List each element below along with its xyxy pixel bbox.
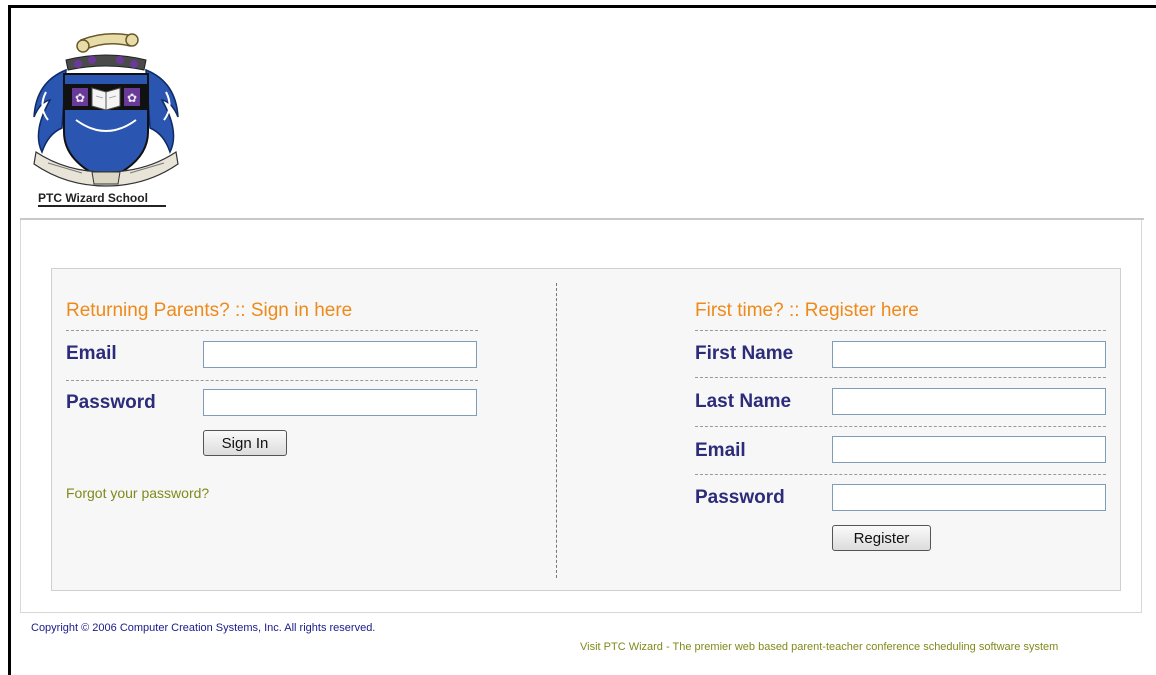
scroll-icon (76, 33, 139, 53)
page-frame-left (8, 5, 11, 675)
signin-button[interactable]: Sign In (203, 430, 287, 456)
school-name: PTC Wizard School (38, 191, 148, 205)
forgot-password-link[interactable]: Forgot your password? (66, 485, 209, 501)
signin-email-label: Email (66, 343, 117, 364)
last-name-label: Last Name (695, 391, 792, 412)
register-heading: First time? :: Register here (695, 300, 919, 321)
register-password-field[interactable] (832, 484, 1106, 511)
signin-heading: Returning Parents? :: Sign in here (66, 300, 353, 321)
register-button[interactable]: Register (832, 525, 931, 551)
register-divider (695, 330, 1106, 331)
register-email-label: Email (695, 440, 746, 461)
signin-email-field[interactable] (203, 341, 477, 368)
register-email-field[interactable] (832, 436, 1106, 463)
first-name-field[interactable] (832, 341, 1106, 368)
school-crest-logo: ✿ ✿ (33, 33, 179, 187)
svg-text:✿: ✿ (75, 91, 85, 105)
register-password-label: Password (695, 487, 785, 508)
signin-divider (66, 380, 478, 381)
register-divider (695, 474, 1106, 475)
ptc-wizard-promo-link[interactable]: Visit PTC Wizard - The premier web based… (580, 641, 1058, 653)
register-divider (695, 426, 1106, 427)
signin-password-field[interactable] (203, 389, 477, 416)
copyright-text: Copyright © 2006 Computer Creation Syste… (31, 622, 376, 634)
signin-divider (66, 330, 478, 331)
svg-text:✿: ✿ (127, 91, 137, 105)
signin-password-label: Password (66, 392, 156, 413)
last-name-field[interactable] (832, 388, 1106, 415)
school-name-underline (38, 205, 166, 207)
first-name-label: First Name (695, 343, 794, 364)
register-divider (695, 377, 1106, 378)
column-divider (556, 283, 557, 578)
page-frame-top (8, 5, 1156, 8)
